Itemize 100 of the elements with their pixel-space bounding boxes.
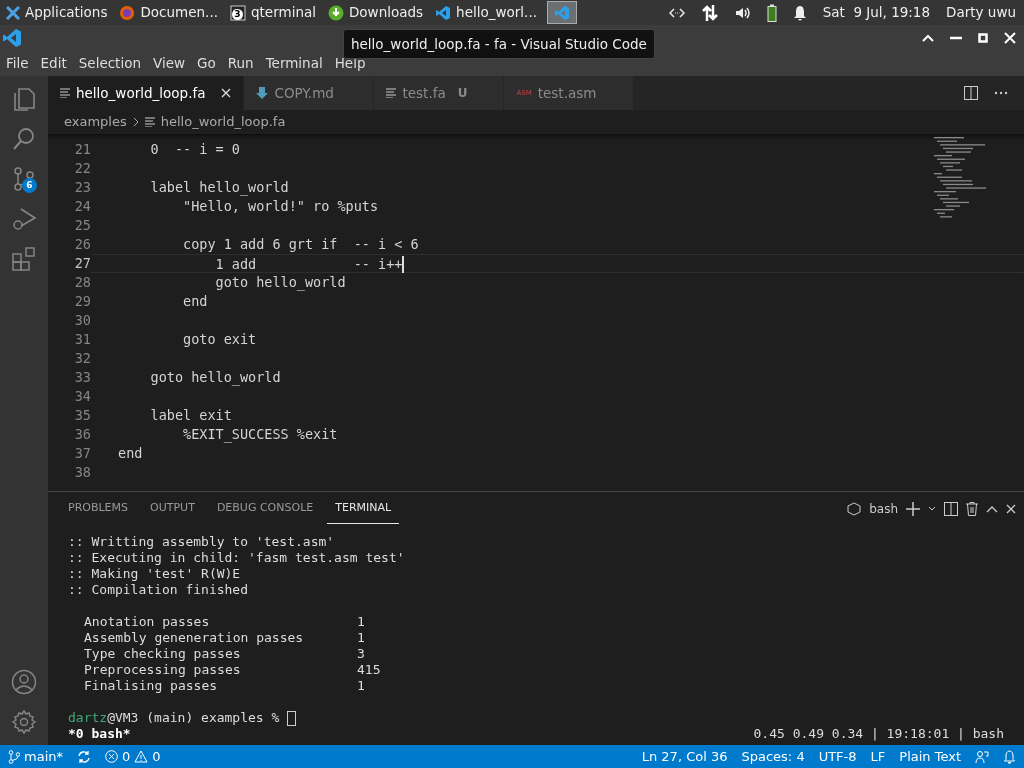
- terminal-line: :: Making 'test' R(W)E: [68, 566, 242, 582]
- line-number: 24: [73, 197, 91, 216]
- code-line: 1 add -- i++: [91, 254, 1024, 273]
- editor-tab[interactable]: test.fa U: [374, 76, 505, 110]
- terminal-line: :: Writting assembly to 'test.asm': [68, 534, 336, 550]
- terminal-name[interactable]: bash: [869, 500, 898, 518]
- line-number: 22: [73, 159, 91, 178]
- panel-tab[interactable]: TERMINAL: [327, 494, 400, 524]
- files-icon[interactable]: [11, 86, 37, 112]
- bell-icon[interactable]: [792, 4, 807, 21]
- line-number: 29: [73, 292, 91, 311]
- git-status: U: [457, 85, 468, 102]
- code-line: goto hello_world: [149, 368, 282, 387]
- lines-icon: [144, 117, 155, 127]
- code-line: "Hello, world!" ro %puts: [182, 197, 380, 216]
- tmux-window-list: *0 bash*: [68, 726, 131, 742]
- branch-icon: [8, 749, 20, 764]
- problems-status[interactable]: 0 0: [105, 746, 161, 767]
- terminal-prompt: dartz@VM3 (main) examples %: [68, 710, 1004, 726]
- transfer-arrows-icon[interactable]: [700, 3, 719, 22]
- code-line: end: [182, 292, 209, 311]
- stat-label: Anotation passes: [84, 614, 211, 630]
- more-icon[interactable]: [994, 91, 1008, 95]
- search-icon[interactable]: [11, 126, 37, 152]
- warning-icon: [134, 750, 149, 763]
- stat-label: Type checking passes: [84, 646, 242, 662]
- code-editor-icon: [553, 4, 570, 21]
- stat-value: 415: [357, 662, 381, 678]
- blocks-icon[interactable]: [11, 246, 37, 272]
- taskbar-button[interactable]: Documen...: [113, 0, 224, 25]
- editor-tab[interactable]: hello_world_loop.fa: [48, 76, 245, 110]
- status-item[interactable]: Spaces: 4: [741, 746, 805, 767]
- status-item[interactable]: UTF-8: [818, 746, 857, 767]
- feedback-icon[interactable]: [975, 749, 989, 764]
- tmux-status: 0.45 0.49 0.34 | 19:18:01 | bash: [753, 726, 1004, 742]
- menu-item[interactable]: View: [146, 52, 191, 74]
- status-item[interactable]: Ln 27, Col 36: [641, 746, 728, 767]
- line-number: 33: [73, 368, 91, 387]
- line-number: 25: [73, 216, 91, 235]
- menu-item[interactable]: File: [0, 52, 35, 74]
- trash-icon[interactable]: [966, 502, 978, 516]
- code-line: %EXIT_SUCCESS %exit: [182, 425, 339, 444]
- panel-tab[interactable]: OUTPUT: [142, 494, 203, 524]
- taskbar-button[interactable]: Applications: [0, 0, 114, 25]
- panel-tab[interactable]: PROBLEMS: [60, 494, 137, 524]
- maximize-icon[interactable]: [978, 32, 988, 43]
- status-item[interactable]: Plain Text: [899, 746, 961, 767]
- taskbar-button[interactable]: [546, 1, 577, 24]
- count-badge: 6: [22, 178, 37, 193]
- lines-icon: [386, 88, 397, 98]
- editor-tab[interactable]: COPY.md: [244, 76, 375, 110]
- stat-label: Assembly geneneration passes: [84, 630, 305, 646]
- line-number: 27: [73, 254, 91, 273]
- user-name[interactable]: Darty uwu: [946, 2, 1016, 23]
- stat-value: 3: [357, 646, 365, 662]
- stat-value: 1: [357, 614, 365, 630]
- close-icon[interactable]: [221, 88, 232, 98]
- stat-label: Finalising passes: [84, 678, 219, 694]
- menu-item[interactable]: Edit: [34, 52, 73, 74]
- stat-value: 1: [357, 630, 365, 646]
- network-icon[interactable]: [668, 6, 685, 19]
- code-line: label exit: [149, 406, 233, 425]
- split-editor-icon[interactable]: [964, 86, 978, 100]
- chevron-down-icon[interactable]: [928, 506, 936, 512]
- clock[interactable]: Sat 9 Jul, 19:18: [822, 2, 931, 23]
- line-number: 36: [73, 425, 91, 444]
- breadcrumb-item[interactable]: examples: [64, 112, 127, 132]
- code-line: end: [117, 444, 144, 463]
- panel-tab[interactable]: DEBUG CONSOLE: [208, 494, 322, 524]
- taskbar-button[interactable]: hello_worl...: [429, 0, 543, 25]
- error-icon: [105, 750, 118, 763]
- code-line: goto exit: [182, 330, 258, 349]
- stat-value: 1: [357, 678, 365, 694]
- line-number: 34: [73, 387, 91, 406]
- menu-item[interactable]: Go: [191, 52, 222, 74]
- branch-status[interactable]: main*: [8, 746, 63, 767]
- line-number: 21: [73, 140, 91, 159]
- menu-item[interactable]: Terminal: [259, 52, 329, 74]
- stat-label: Preprocessing passes: [84, 662, 242, 678]
- battery-icon[interactable]: [766, 3, 777, 22]
- close-icon[interactable]: [1006, 504, 1016, 514]
- chevron-up-icon[interactable]: [986, 505, 998, 513]
- arrow-down-icon: [256, 87, 269, 99]
- split-terminal-icon[interactable]: [944, 502, 958, 516]
- plus-icon[interactable]: [906, 502, 920, 516]
- breadcrumb-item[interactable]: hello_world_loop.fa: [160, 112, 286, 132]
- code-line: label hello_world: [149, 178, 290, 197]
- code-line: copy 1 add 6 grt if -- i < 6: [182, 235, 420, 254]
- sync-icon[interactable]: [77, 749, 91, 764]
- taskbar-button[interactable]: Downloads: [321, 0, 430, 25]
- code-line: 0 -- i = 0: [149, 140, 241, 159]
- status-item[interactable]: LF: [870, 746, 886, 767]
- settings-icon[interactable]: [11, 709, 37, 735]
- menu-item[interactable]: Run: [221, 52, 260, 74]
- x-logo-icon: [6, 5, 20, 20]
- account-icon[interactable]: [11, 669, 37, 695]
- menu-item[interactable]: Selection: [72, 52, 147, 74]
- minimize-icon[interactable]: [950, 35, 962, 40]
- volume-icon[interactable]: [734, 5, 751, 20]
- branch-icon[interactable]: [11, 166, 37, 192]
